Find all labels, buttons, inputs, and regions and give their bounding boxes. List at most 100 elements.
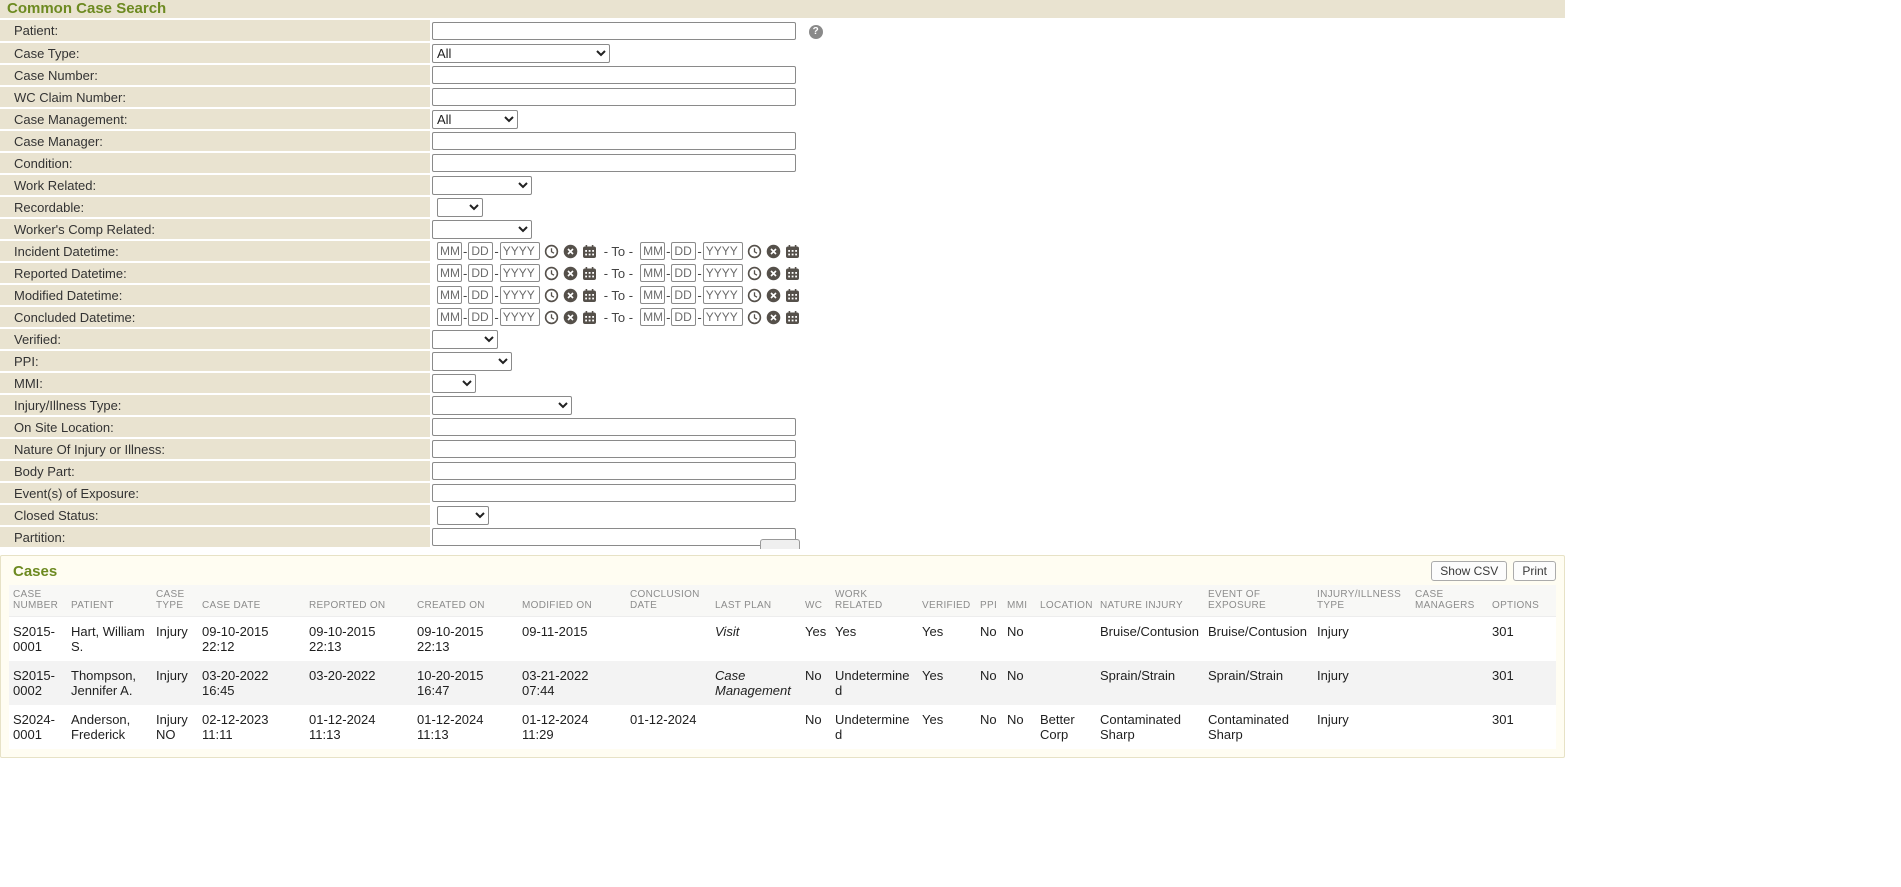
- date-to-dd-input[interactable]: [671, 242, 696, 260]
- clear-icon[interactable]: [766, 310, 781, 325]
- partition-label: Partition:: [0, 526, 430, 548]
- form-row-injury-illness-type: Injury/Illness Type:: [0, 394, 1565, 416]
- cell-event-of-exposure: Bruise/Contusion: [1208, 617, 1317, 662]
- recordable-select[interactable]: [437, 198, 483, 217]
- closed-status-select[interactable]: [437, 506, 489, 525]
- date-from-dd-input[interactable]: [468, 242, 493, 260]
- date-to-mm-input[interactable]: [640, 286, 665, 304]
- cell-case-type: Injury: [156, 661, 202, 705]
- closed-status-label: Closed Status:: [0, 504, 430, 526]
- cases-title: Cases: [13, 563, 57, 580]
- calendar-icon[interactable]: [785, 266, 800, 281]
- calendar-icon[interactable]: [582, 244, 597, 259]
- clear-icon[interactable]: [563, 244, 578, 259]
- clear-icon[interactable]: [563, 288, 578, 303]
- date-from-dd-input[interactable]: [468, 308, 493, 326]
- clear-icon[interactable]: [563, 266, 578, 281]
- work-related-select[interactable]: [432, 176, 532, 195]
- help-icon[interactable]: ?: [809, 25, 823, 39]
- clear-icon[interactable]: [563, 310, 578, 325]
- calendar-icon[interactable]: [582, 266, 597, 281]
- clock-icon[interactable]: [544, 266, 559, 281]
- clear-icon[interactable]: [766, 244, 781, 259]
- cell-nature-injury: Contaminated Sharp: [1100, 705, 1208, 749]
- cell-conclusion-date: 01-12-2024: [630, 705, 715, 749]
- clock-icon[interactable]: [544, 288, 559, 303]
- mmi-select[interactable]: [432, 374, 476, 393]
- show-csv-button[interactable]: Show CSV: [1431, 561, 1507, 581]
- date-to-yyyy-input[interactable]: [703, 264, 743, 282]
- date-to-dd-input[interactable]: [671, 264, 696, 282]
- clock-icon[interactable]: [747, 244, 762, 259]
- date-to-yyyy-input[interactable]: [703, 308, 743, 326]
- body-part-input[interactable]: [432, 462, 796, 480]
- date-to-yyyy-input[interactable]: [703, 242, 743, 260]
- cell-case-type: Injury: [156, 617, 202, 662]
- cell-ppi: No: [980, 617, 1007, 662]
- on-site-location-input[interactable]: [432, 418, 796, 436]
- date-from-dd-input[interactable]: [468, 286, 493, 304]
- condition-input[interactable]: [432, 154, 796, 172]
- cell-options: 301: [1492, 705, 1556, 749]
- calendar-icon[interactable]: [785, 310, 800, 325]
- clock-icon[interactable]: [747, 266, 762, 281]
- cell-case-number: S2024-0001: [9, 705, 71, 749]
- cell-modified-on: 01-12-2024 11:29: [522, 705, 630, 749]
- cell-patient: Hart, William S.: [71, 617, 156, 662]
- cell-case-managers: [1415, 705, 1492, 749]
- column-header-reported-on: REPORTED ON: [309, 585, 417, 617]
- clock-icon[interactable]: [544, 310, 559, 325]
- calendar-icon[interactable]: [582, 310, 597, 325]
- calendar-icon[interactable]: [785, 244, 800, 259]
- nature-of-injury-input[interactable]: [432, 440, 796, 458]
- date-to-mm-input[interactable]: [640, 308, 665, 326]
- form-row-on-site-location: On Site Location:: [0, 416, 1565, 438]
- date-to-dd-input[interactable]: [671, 308, 696, 326]
- cell-case-managers: [1415, 661, 1492, 705]
- verified-select[interactable]: [432, 330, 498, 349]
- date-from-mm-input[interactable]: [437, 286, 462, 304]
- clock-icon[interactable]: [747, 288, 762, 303]
- print-button[interactable]: Print: [1513, 561, 1556, 581]
- date-from-yyyy-input[interactable]: [500, 308, 540, 326]
- date-to-yyyy-input[interactable]: [703, 286, 743, 304]
- injury-illness-type-select[interactable]: [432, 396, 572, 415]
- ppi-select[interactable]: [432, 352, 512, 371]
- clear-icon[interactable]: [766, 266, 781, 281]
- date-separator: -: [494, 266, 498, 281]
- calendar-icon[interactable]: [785, 288, 800, 303]
- date-from-mm-input[interactable]: [437, 308, 462, 326]
- date-separator: -: [494, 288, 498, 303]
- clock-icon[interactable]: [747, 310, 762, 325]
- date-from-yyyy-input[interactable]: [500, 264, 540, 282]
- search-button-cutoff[interactable]: [760, 539, 800, 549]
- partition-input[interactable]: [432, 528, 796, 546]
- date-from-dd-input[interactable]: [468, 264, 493, 282]
- clock-icon[interactable]: [544, 244, 559, 259]
- date-from-mm-input[interactable]: [437, 264, 462, 282]
- case-type-select[interactable]: All: [432, 44, 610, 63]
- cell-ppi: No: [980, 661, 1007, 705]
- workers-comp-related-select[interactable]: [432, 220, 532, 239]
- clear-icon[interactable]: [766, 288, 781, 303]
- wc-claim-number-input[interactable]: [432, 88, 796, 106]
- case-number-input[interactable]: [432, 66, 796, 84]
- case-manager-input[interactable]: [432, 132, 796, 150]
- date-from-yyyy-input[interactable]: [500, 242, 540, 260]
- cell-case-type: Injury NO: [156, 705, 202, 749]
- case-management-select[interactable]: All: [432, 110, 518, 129]
- calendar-icon[interactable]: [582, 288, 597, 303]
- cell-options: 301: [1492, 617, 1556, 662]
- date-from-mm-input[interactable]: [437, 242, 462, 260]
- date-from-yyyy-input[interactable]: [500, 286, 540, 304]
- patient-input[interactable]: [432, 22, 796, 40]
- form-row-reported-datetime: Reported Datetime: - - - To - - -: [0, 262, 1565, 284]
- cell-reported-on: 03-20-2022: [309, 661, 417, 705]
- date-to-dd-input[interactable]: [671, 286, 696, 304]
- cell-nature-injury: Sprain/Strain: [1100, 661, 1208, 705]
- events-of-exposure-input[interactable]: [432, 484, 796, 502]
- date-to-mm-input[interactable]: [640, 264, 665, 282]
- date-to-mm-input[interactable]: [640, 242, 665, 260]
- date-separator: -: [494, 244, 498, 259]
- form-row-condition: Condition:: [0, 152, 1565, 174]
